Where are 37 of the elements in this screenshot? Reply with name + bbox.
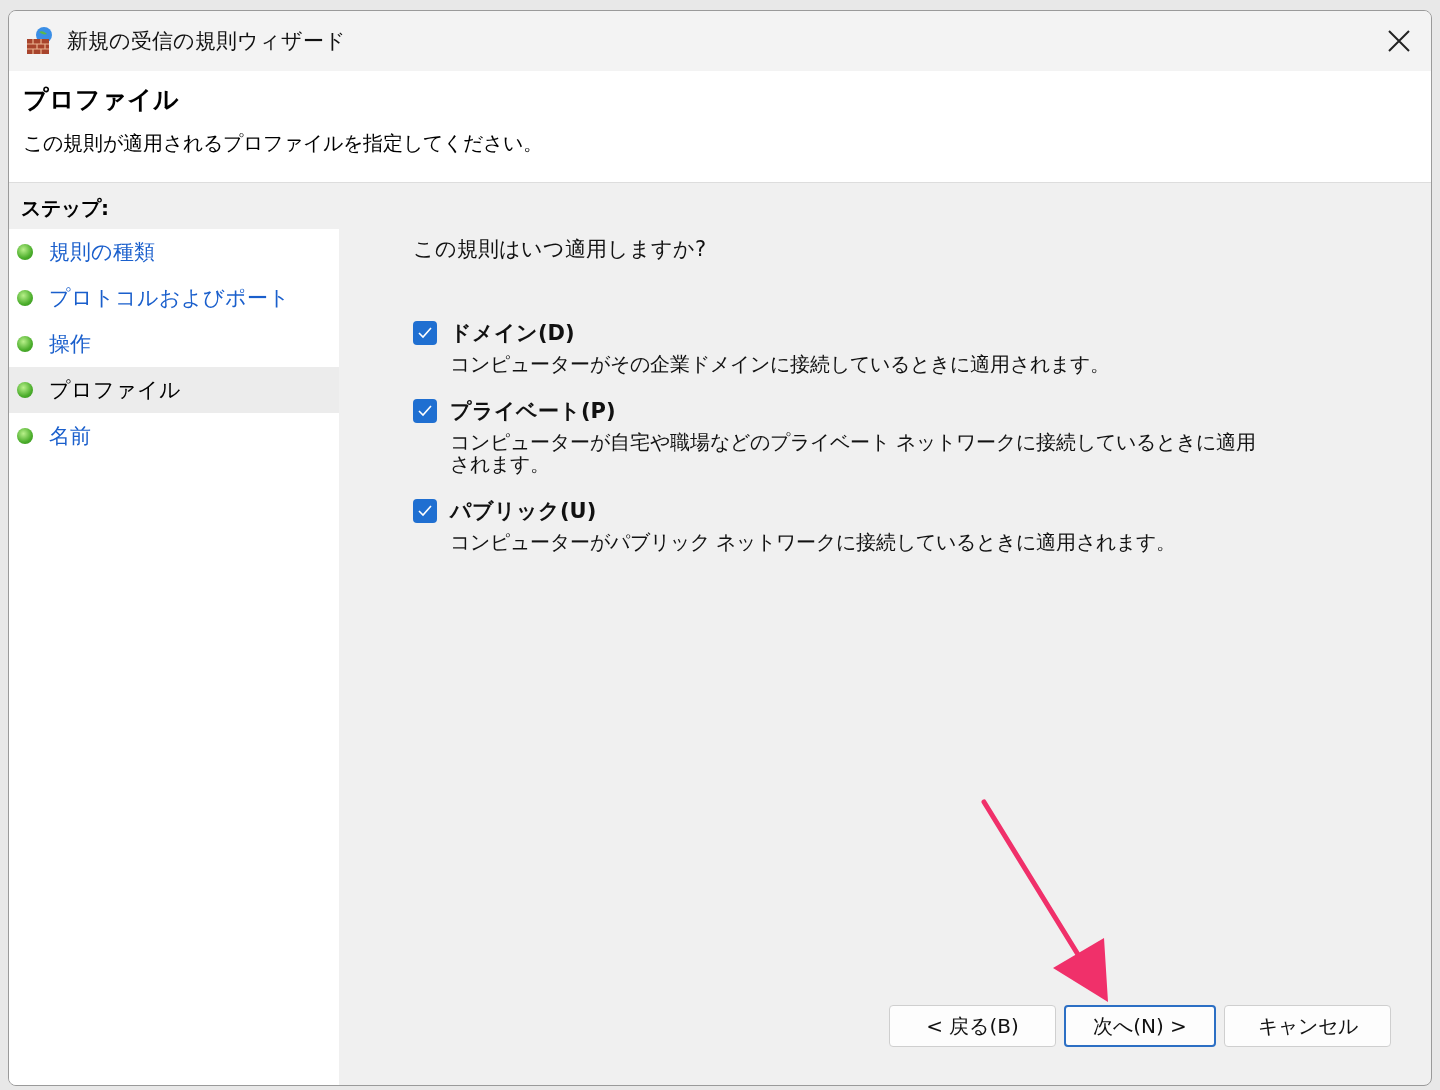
- steps-heading: ステップ:: [21, 194, 109, 222]
- step-item[interactable]: 規則の種類: [9, 229, 339, 275]
- option-description: コンピューターがその企業ドメインに接続しているときに適用されます。: [450, 353, 1111, 375]
- checkbox[interactable]: [413, 499, 437, 523]
- step-item[interactable]: プロトコルおよびポート: [9, 275, 339, 321]
- step-label[interactable]: 操作: [49, 330, 91, 358]
- step-label[interactable]: 名前: [49, 422, 91, 450]
- dialog-button[interactable]: < 戻る(B): [889, 1005, 1056, 1047]
- option-description: コンピューターがパブリック ネットワークに接続しているときに適用されます。: [450, 531, 1178, 553]
- checkmark-icon: [418, 505, 432, 517]
- step-label[interactable]: プロファイル: [49, 376, 181, 404]
- checkbox-label[interactable]: プライベート(P): [450, 397, 616, 425]
- checkbox-label[interactable]: パブリック(U): [450, 497, 597, 525]
- step-label[interactable]: 規則の種類: [49, 238, 155, 266]
- status-dot-icon: [17, 382, 33, 398]
- checkbox-label[interactable]: ドメイン(D): [450, 319, 575, 347]
- step-item[interactable]: プロファイル: [9, 367, 339, 413]
- step-item[interactable]: 名前: [9, 413, 339, 459]
- status-dot-icon: [17, 428, 33, 444]
- checkbox[interactable]: [413, 321, 437, 345]
- status-dot-icon: [17, 244, 33, 260]
- page-subtitle: この規則が適用されるプロファイルを指定してください。: [23, 130, 544, 157]
- checkbox[interactable]: [413, 399, 437, 423]
- step-item[interactable]: 操作: [9, 321, 339, 367]
- step-label[interactable]: プロトコルおよびポート: [49, 284, 290, 312]
- checkmark-icon: [418, 405, 432, 417]
- status-dot-icon: [17, 336, 33, 352]
- firewall-icon: [25, 26, 55, 56]
- dialog-button[interactable]: キャンセル: [1224, 1005, 1391, 1047]
- checkmark-icon: [418, 327, 432, 339]
- dialog-button[interactable]: 次へ(N) >: [1064, 1005, 1216, 1047]
- status-dot-icon: [17, 290, 33, 306]
- option-description: コンピューターが自宅や職場などのプライベート ネットワークに接続しているときに適用されます。: [450, 431, 1258, 475]
- window-title: 新規の受信の規則ウィザード: [67, 28, 347, 55]
- page-title: プロファイル: [23, 84, 180, 116]
- close-icon[interactable]: [1387, 29, 1411, 53]
- question-text: この規則はいつ適用しますか?: [413, 236, 708, 263]
